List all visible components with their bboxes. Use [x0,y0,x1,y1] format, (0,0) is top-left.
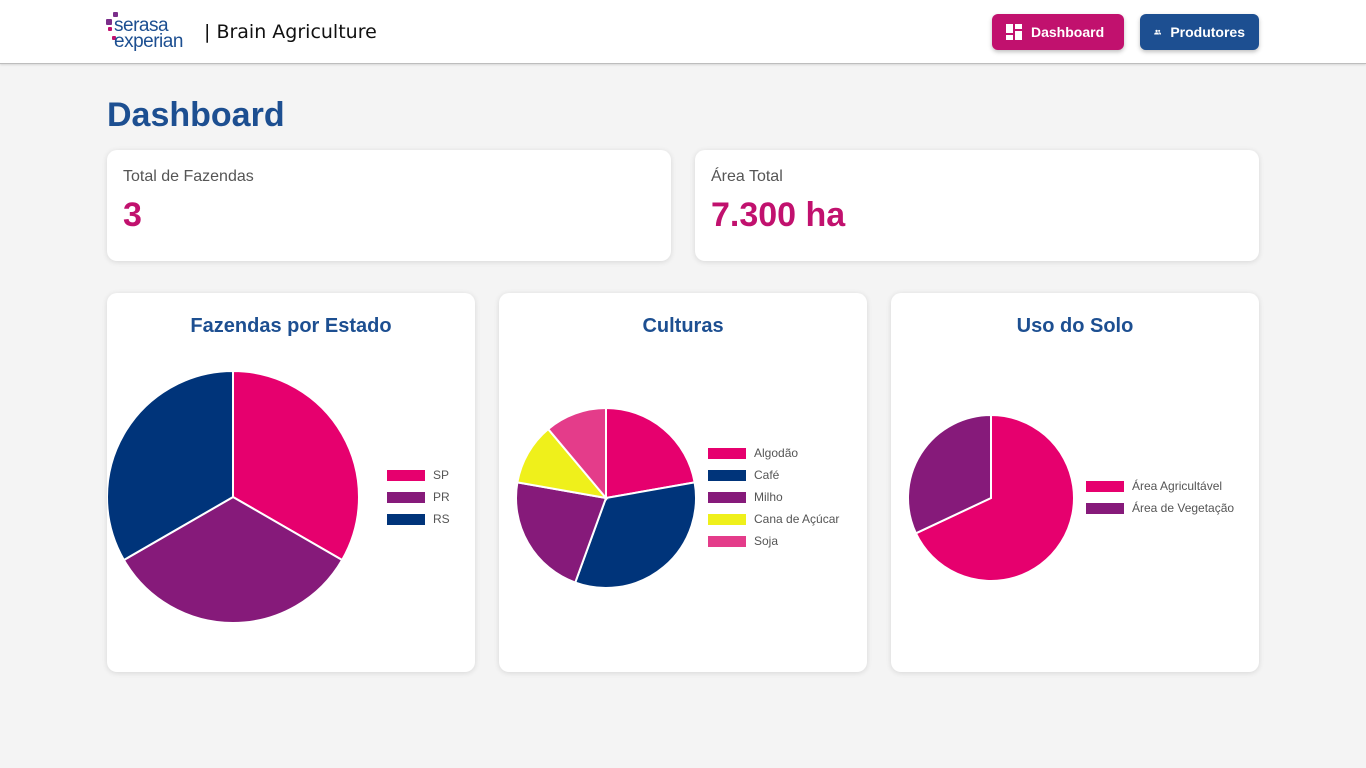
legend-item[interactable]: Cana de Açúcar [708,508,839,530]
legend-item[interactable]: Algodão [708,442,839,464]
dashboard-icon [1006,24,1022,40]
legend-swatch [387,491,425,503]
produtores-button[interactable]: Produtores [1140,14,1259,50]
chart-legend: SP PR RS [387,464,450,530]
top-navbar: serasa experian | Brain Agriculture Dash… [0,0,1366,64]
legend-label: Soja [754,534,779,548]
area-total-card: Área Total 7.300 ha [695,150,1259,261]
legend-swatch [387,513,425,525]
legend-item[interactable]: Milho [708,486,839,508]
app-title: | Brain Agriculture [204,21,377,43]
legend-swatch [1086,502,1124,514]
people-icon [1154,29,1162,35]
culturas-card: Culturas Algodão Café Milho Cana de Açúcar S… [499,293,867,672]
legend-swatch [708,447,746,459]
legend-item[interactable]: Área Agricultável [1086,475,1234,497]
legend-swatch [708,535,746,547]
serasa-experian-logo: serasa experian [106,12,200,52]
dashboard-button[interactable]: Dashboard [992,14,1124,50]
chart-legend: Algodão Café Milho Cana de Açúcar Soja [708,442,839,552]
legend-label: SP [433,468,450,482]
stat-label: Área Total [711,168,783,185]
legend-label: Milho [754,490,783,504]
produtores-button-label: Produtores [1170,24,1245,40]
legend-item[interactable]: Café [708,464,839,486]
legend-label: Área de Vegetação [1132,501,1235,515]
dashboard-button-label: Dashboard [1031,24,1105,40]
legend-label: Área Agricultável [1132,479,1223,493]
brand[interactable]: serasa experian | Brain Agriculture [106,12,377,52]
legend-swatch [708,491,746,503]
legend-swatch [708,469,746,481]
stat-value: 7.300 ha [711,196,846,234]
legend-item[interactable]: Soja [708,530,839,552]
stat-label: Total de Fazendas [123,168,254,185]
legend-swatch [708,513,746,525]
stat-value: 3 [123,196,142,234]
legend-item[interactable]: RS [387,508,450,530]
total-fazendas-card: Total de Fazendas 3 [107,150,671,261]
chart-legend: Área Agricultável Área de Vegetação [1086,475,1234,519]
legend-label: Café [754,468,780,482]
fazendas-por-estado-card: Fazendas por Estado SP PR RS [107,293,475,672]
legend-swatch [387,469,425,481]
legend-item[interactable]: Área de Vegetação [1086,497,1234,519]
legend-label: RS [433,512,450,526]
legend-item[interactable]: SP [387,464,450,486]
legend-swatch [1086,480,1124,492]
logo-text-line2: experian [114,31,183,52]
legend-label: PR [433,490,450,504]
uso-do-solo-card: Uso do Solo Área Agricultável Área de Veg… [891,293,1259,672]
legend-item[interactable]: PR [387,486,450,508]
page-title: Dashboard [107,96,285,134]
legend-label: Cana de Açúcar [754,512,840,526]
legend-label: Algodão [754,446,799,460]
